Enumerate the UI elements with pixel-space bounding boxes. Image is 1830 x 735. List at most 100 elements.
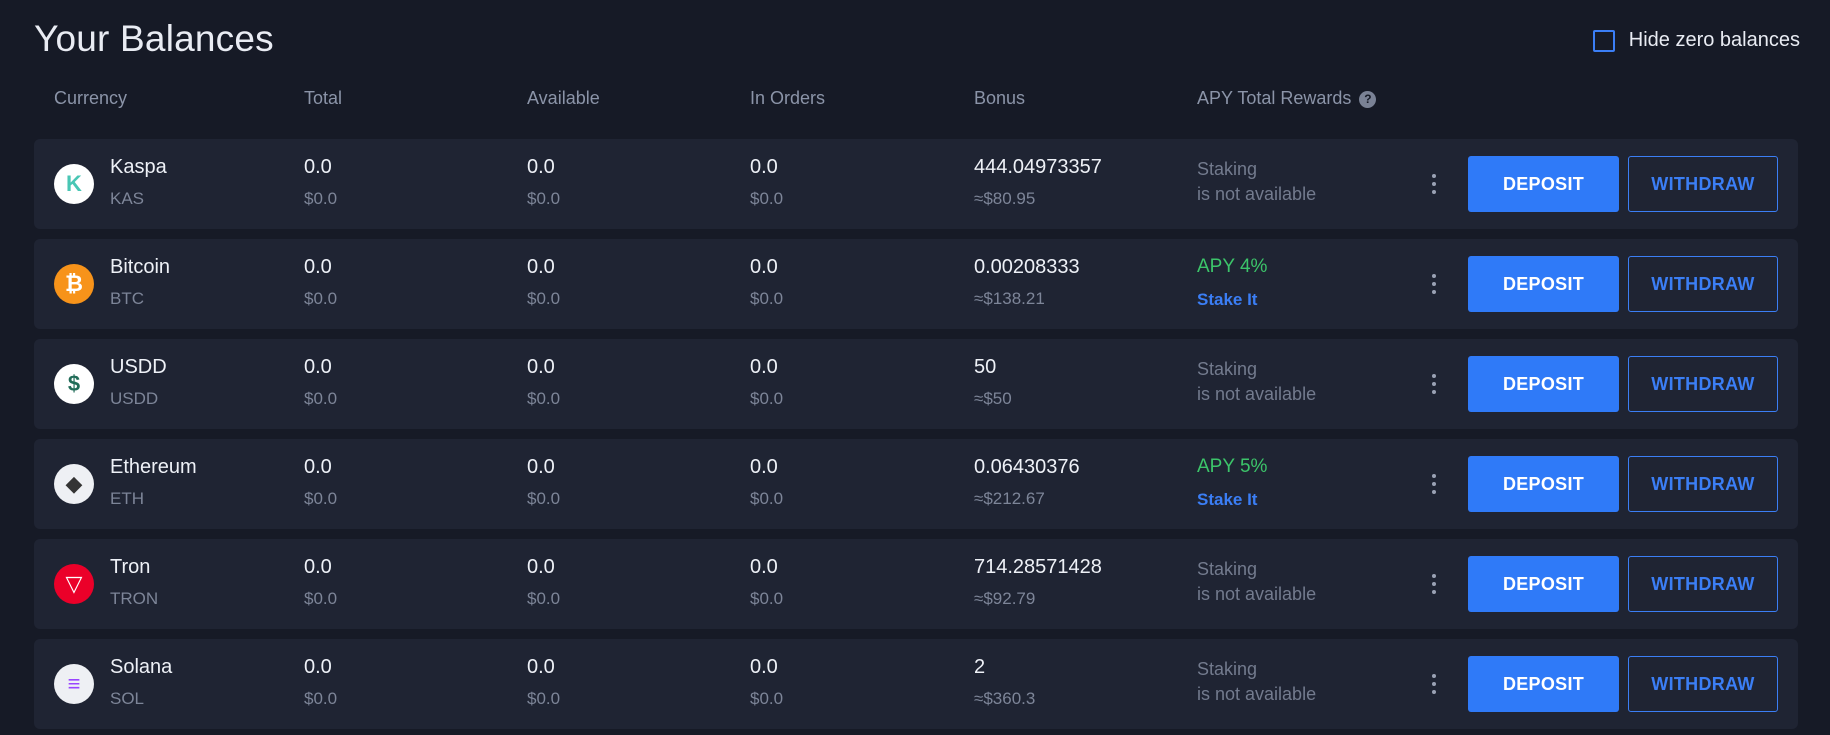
withdraw-button[interactable]: WITHDRAW xyxy=(1628,256,1778,312)
solana-icon: ≡ xyxy=(54,664,94,704)
balances-list: K Kaspa KAS 0.0 $0.0 0.0 $0.0 0.0 $0.0 444.049733… xyxy=(34,139,1798,735)
table-header: Currency Total Available In Orders Bonus… xyxy=(0,86,1830,116)
balance-row-tron: ▽ Tron TRON 0.0 $0.0 0.0 $0.0 0.0 $0.0 714.285714… xyxy=(34,539,1798,629)
bonus-amount: 714.28571428 xyxy=(974,556,1102,578)
balance-row-usdd: $ USDD USDD 0.0 $0.0 0.0 $0.0 0.0 $0.0 50 ≈$50 Stak… xyxy=(34,339,1798,429)
stake-it-link[interactable]: Stake It xyxy=(1197,290,1257,310)
available-amount: 0.0 xyxy=(527,556,555,578)
in-orders-amount: 0.0 xyxy=(750,356,778,378)
hide-zero-label: Hide zero balances xyxy=(1628,29,1800,51)
staking-status-detail: is not available xyxy=(1197,384,1317,404)
in-orders-usd: $0.0 xyxy=(750,689,784,708)
withdraw-button[interactable]: WITHDRAW xyxy=(1628,456,1778,512)
header-bonus: Bonus xyxy=(974,88,1026,108)
staking-status: Staking xyxy=(1197,559,1258,579)
currency-ticker: SOL xyxy=(110,689,145,708)
currency-ticker: KAS xyxy=(110,189,145,208)
currency-name: Solana xyxy=(110,656,173,678)
hide-zero-toggle[interactable]: Hide zero balances xyxy=(1592,29,1800,52)
header-available: Available xyxy=(527,88,600,108)
staking-status-detail: is not available xyxy=(1197,184,1317,204)
total-amount: 0.0 xyxy=(304,656,332,678)
in-orders-usd: $0.0 xyxy=(750,489,784,508)
available-amount: 0.0 xyxy=(527,456,555,478)
help-icon[interactable]: ? xyxy=(1359,90,1377,108)
available-usd: $0.0 xyxy=(527,689,561,708)
more-options-icon[interactable] xyxy=(1424,469,1444,499)
in-orders-usd: $0.0 xyxy=(750,589,784,608)
in-orders-amount: 0.0 xyxy=(750,556,778,578)
hide-zero-checkbox[interactable] xyxy=(1592,29,1615,52)
bonus-usd: ≈$92.79 xyxy=(974,589,1036,608)
more-options-icon[interactable] xyxy=(1424,369,1444,399)
currency-name: Bitcoin xyxy=(110,256,171,278)
deposit-button[interactable]: DEPOSIT xyxy=(1468,156,1619,212)
bonus-amount: 2 xyxy=(974,656,986,678)
currency-ticker: TRON xyxy=(110,589,159,608)
available-amount: 0.0 xyxy=(527,156,555,178)
total-usd: $0.0 xyxy=(304,589,338,608)
available-amount: 0.0 xyxy=(527,356,555,378)
more-options-icon[interactable] xyxy=(1424,669,1444,699)
total-amount: 0.0 xyxy=(304,556,332,578)
balance-row-sol: ≡ Solana SOL 0.0 $0.0 0.0 $0.0 0.0 $0.0 2 ≈$360.3 S… xyxy=(34,639,1798,729)
currency-ticker: ETH xyxy=(110,489,144,508)
available-usd: $0.0 xyxy=(527,189,561,208)
deposit-button[interactable]: DEPOSIT xyxy=(1468,556,1619,612)
deposit-button[interactable]: DEPOSIT xyxy=(1468,356,1619,412)
withdraw-button[interactable]: WITHDRAW xyxy=(1628,656,1778,712)
ethereum-icon: ◆ xyxy=(54,464,94,504)
withdraw-button[interactable]: WITHDRAW xyxy=(1628,156,1778,212)
total-amount: 0.0 xyxy=(304,356,332,378)
total-amount: 0.0 xyxy=(304,156,332,178)
available-amount: 0.0 xyxy=(527,656,555,678)
header-currency: Currency xyxy=(54,88,128,108)
apy-rate: APY 4% xyxy=(1197,256,1268,277)
deposit-button[interactable]: DEPOSIT xyxy=(1468,256,1619,312)
more-options-icon[interactable] xyxy=(1424,169,1444,199)
total-amount: 0.0 xyxy=(304,256,332,278)
balance-row-eth: ◆ Ethereum ETH 0.0 $0.0 0.0 $0.0 0.0 $0.0 0.06430… xyxy=(34,439,1798,529)
total-amount: 0.0 xyxy=(304,456,332,478)
available-amount: 0.0 xyxy=(527,256,555,278)
in-orders-amount: 0.0 xyxy=(750,156,778,178)
page-title: Your Balances xyxy=(34,18,274,59)
withdraw-button[interactable]: WITHDRAW xyxy=(1628,356,1778,412)
in-orders-amount: 0.0 xyxy=(750,256,778,278)
staking-status-detail: is not available xyxy=(1197,684,1317,704)
available-usd: $0.0 xyxy=(527,589,561,608)
apy-rate: APY 5% xyxy=(1197,456,1268,477)
header-total: Total xyxy=(304,88,343,108)
kaspa-icon: K xyxy=(54,164,94,204)
staking-status: Staking xyxy=(1197,159,1258,179)
currency-name: Ethereum xyxy=(110,456,197,478)
total-usd: $0.0 xyxy=(304,289,338,308)
in-orders-usd: $0.0 xyxy=(750,189,784,208)
header-apy: APY Total Rewards? xyxy=(1197,88,1377,109)
bonus-usd: ≈$212.67 xyxy=(974,489,1045,508)
available-usd: $0.0 xyxy=(527,389,561,408)
in-orders-amount: 0.0 xyxy=(750,456,778,478)
bitcoin-icon: ₿ xyxy=(54,264,94,304)
bonus-usd: ≈$138.21 xyxy=(974,289,1045,308)
staking-status: Staking xyxy=(1197,659,1258,679)
in-orders-usd: $0.0 xyxy=(750,389,784,408)
currency-ticker: BTC xyxy=(110,289,144,308)
available-usd: $0.0 xyxy=(527,289,561,308)
more-options-icon[interactable] xyxy=(1424,269,1444,299)
deposit-button[interactable]: DEPOSIT xyxy=(1468,656,1619,712)
currency-name: Kaspa xyxy=(110,156,167,178)
balance-row-btc: ₿ Bitcoin BTC 0.0 $0.0 0.0 $0.0 0.0 $0.0 0.002083… xyxy=(34,239,1798,329)
withdraw-button[interactable]: WITHDRAW xyxy=(1628,556,1778,612)
usdd-icon: $ xyxy=(54,364,94,404)
stake-it-link[interactable]: Stake It xyxy=(1197,490,1257,510)
bonus-amount: 0.00208333 xyxy=(974,256,1080,278)
bonus-usd: ≈$50 xyxy=(974,389,1012,408)
in-orders-amount: 0.0 xyxy=(750,656,778,678)
header-apy-label: APY Total Rewards xyxy=(1197,88,1352,108)
total-usd: $0.0 xyxy=(304,389,338,408)
total-usd: $0.0 xyxy=(304,689,338,708)
staking-status-detail: is not available xyxy=(1197,584,1317,604)
more-options-icon[interactable] xyxy=(1424,569,1444,599)
deposit-button[interactable]: DEPOSIT xyxy=(1468,456,1619,512)
